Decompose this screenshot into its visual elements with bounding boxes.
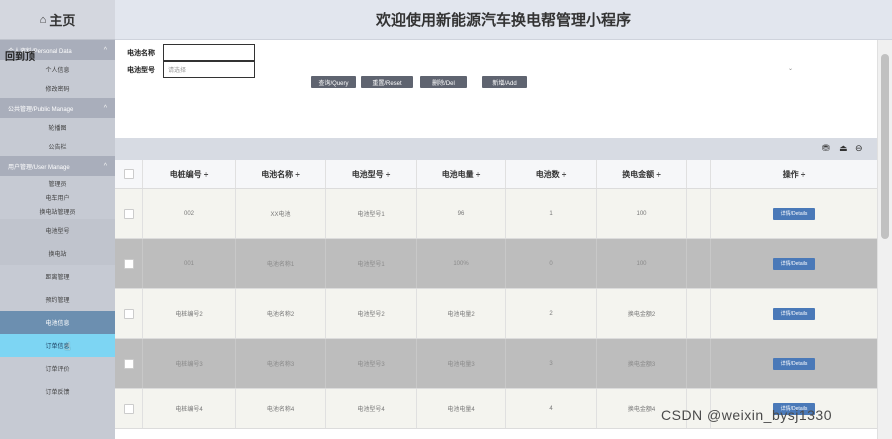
print-icon[interactable]: ⏏ (839, 143, 848, 154)
sidebar-item-station[interactable]: 换电站 (0, 242, 115, 265)
table-cell: 002 (143, 189, 236, 238)
table-cell: 电池名称4 (236, 389, 326, 428)
column-header[interactable]: 换电金额 ÷ (597, 160, 687, 188)
sidebar-item-carousel[interactable]: 轮播图 (0, 118, 115, 137)
watermark: CSDN @weixin_bysj1330 (661, 407, 833, 423)
chevron-down-icon[interactable]: ⌄ (788, 65, 793, 72)
sidebar-item-station-admin[interactable]: 换电站管理员 (0, 204, 115, 219)
table-cell: 4 (506, 389, 597, 428)
column-header[interactable]: 电池型号 ÷ (326, 160, 417, 188)
table-cell: 2 (506, 289, 597, 338)
column-header[interactable]: 电池电量 ÷ (417, 160, 506, 188)
row-checkbox[interactable] (124, 358, 134, 369)
table-cell: 100 (597, 189, 687, 238)
table-row: 电桩编号3 电池名称3 电池型号3 电池电量3 3 换电金额3 详情/Detai… (115, 339, 877, 389)
table-header-row: 电桩编号 ÷ 电池名称 ÷ 电池型号 ÷ 电池电量 ÷ 电池数 ÷ 换电金额 ÷… (115, 160, 877, 189)
export-icon[interactable]: ⊖ (855, 143, 863, 154)
row-checkbox[interactable] (124, 208, 134, 219)
select-all-checkbox[interactable] (124, 169, 134, 179)
sidebar-item-battery-info[interactable]: 电池信息 (0, 311, 115, 334)
chevron-up-icon: ^ (103, 162, 107, 170)
query-button[interactable]: 查询/Query (311, 76, 356, 88)
table-cell: 换电金额2 (597, 289, 687, 338)
table-row: 002 XX电池 电池型号1 96 1 100 详情/Details (115, 189, 877, 239)
table-cell: 1 (506, 189, 597, 238)
sidebar-item-order-info[interactable]: 订单信息 ☝ (0, 334, 115, 357)
table-cell: 电桩编号2 (143, 289, 236, 338)
sidebar-group-public[interactable]: 公共管理/Public Manage ^ (0, 98, 115, 118)
sidebar-item-ev-users[interactable]: 电车用户 (0, 190, 115, 204)
table-cell: 电池型号1 (326, 189, 417, 238)
sidebar-item-order-feedback[interactable]: 订单反馈 (0, 380, 115, 403)
battery-type-select[interactable]: 请选择 (163, 61, 255, 78)
table-cell: 电池名称3 (236, 339, 326, 388)
home-icon: ⌂ (39, 13, 47, 26)
table-cell: 电池名称1 (236, 239, 326, 288)
column-header[interactable]: 电池名称 ÷ (236, 160, 326, 188)
table-cell: 电池型号3 (326, 339, 417, 388)
add-button[interactable]: 新增/Add (482, 76, 527, 88)
sidebar-item-admin[interactable]: 管理员 (0, 176, 115, 190)
table-cell: 电桩编号4 (143, 389, 236, 428)
table-cell: 3 (506, 339, 597, 388)
table-cell: 电池型号4 (326, 389, 417, 428)
table-cell: 0 (506, 239, 597, 288)
table-cell: 电桩编号3 (143, 339, 236, 388)
sidebar-item-change-password[interactable]: 修改密码 (0, 79, 115, 98)
home-label: 主页 (49, 13, 76, 28)
table-cell: XX电池 (236, 189, 326, 238)
sidebar: ⌂ 主页 个人资料/Personal Data ^ 回到顶 个人信息 修改密码 … (0, 0, 115, 439)
table-cell: 电池名称2 (236, 289, 326, 338)
sidebar-item-order-review[interactable]: 订单评价 (0, 357, 115, 380)
sidebar-item-distance[interactable]: 距离管理 (0, 265, 115, 288)
vertical-scrollbar[interactable] (877, 40, 892, 439)
battery-name-input[interactable] (163, 44, 255, 61)
sidebar-group-user[interactable]: 用户管理/User Manage ^ (0, 156, 115, 176)
details-button[interactable]: 详情/Details (773, 257, 815, 270)
table-cell: 电池电量2 (417, 289, 506, 338)
search-panel: 电池名称 电池型号 请选择 ⌄ 查询/Query 重置/Reset 删除/Del… (115, 40, 877, 138)
table-row: 001 电池名称1 电池型号1 100% 0 100 详情/Details (115, 239, 877, 289)
table-cell: 电池型号2 (326, 289, 417, 338)
back-to-top-label[interactable]: 回到顶 (5, 48, 35, 63)
table-cell: 100 (597, 239, 687, 288)
column-header[interactable]: 电池数 ÷ (506, 160, 597, 188)
sidebar-group-label: 用户管理/User Manage (8, 164, 70, 171)
reset-button[interactable]: 重置/Reset (361, 76, 413, 88)
table-cell: 96 (417, 189, 506, 238)
row-checkbox[interactable] (124, 308, 134, 319)
table-cell: 电池型号1 (326, 239, 417, 288)
page-title: 欢迎使用新能源汽车换电帮管理小程序 (115, 0, 892, 40)
details-button[interactable]: 详情/Details (773, 207, 815, 220)
filter-icon[interactable]: ⛃ (822, 143, 830, 154)
table-cell: 换电金额3 (597, 339, 687, 388)
battery-name-label: 电池名称 (127, 50, 155, 57)
table-cell: 电池电量3 (417, 339, 506, 388)
battery-type-placeholder: 请选择 (168, 68, 187, 74)
column-header[interactable]: 电桩编号 ÷ (143, 160, 236, 188)
row-checkbox[interactable] (124, 403, 134, 414)
battery-type-label: 电池型号 (127, 67, 155, 74)
data-table: 电桩编号 ÷ 电池名称 ÷ 电池型号 ÷ 电池电量 ÷ 电池数 ÷ 换电金额 ÷… (115, 160, 877, 429)
table-cell: 001 (143, 239, 236, 288)
table-toolbar: ⛃ ⏏ ⊖ (115, 138, 877, 160)
sidebar-item-notice[interactable]: 公告栏 (0, 137, 115, 156)
hand-cursor-icon: ☝ (64, 341, 71, 353)
table-cell: 100% (417, 239, 506, 288)
table-cell: 电池电量4 (417, 389, 506, 428)
details-button[interactable]: 详情/Details (773, 357, 815, 370)
sidebar-item-battery-type[interactable]: 电池型号 (0, 219, 115, 242)
sidebar-group-label: 公共管理/Public Manage (8, 106, 74, 113)
chevron-up-icon: ^ (103, 104, 107, 112)
scrollbar-thumb[interactable] (881, 54, 889, 239)
sidebar-item-appointment[interactable]: 预约管理 (0, 288, 115, 311)
table-row: 电桩编号2 电池名称2 电池型号2 电池电量2 2 换电金额2 详情/Detai… (115, 289, 877, 339)
chevron-up-icon: ^ (103, 46, 107, 54)
column-header[interactable]: 操作 ÷ (711, 160, 877, 188)
details-button[interactable]: 详情/Details (773, 307, 815, 320)
row-checkbox[interactable] (124, 258, 134, 269)
delete-button[interactable]: 删除/Del (420, 76, 467, 88)
home-link[interactable]: ⌂ 主页 (0, 0, 115, 40)
sidebar-group-personal[interactable]: 个人资料/Personal Data ^ 回到顶 (0, 40, 115, 63)
